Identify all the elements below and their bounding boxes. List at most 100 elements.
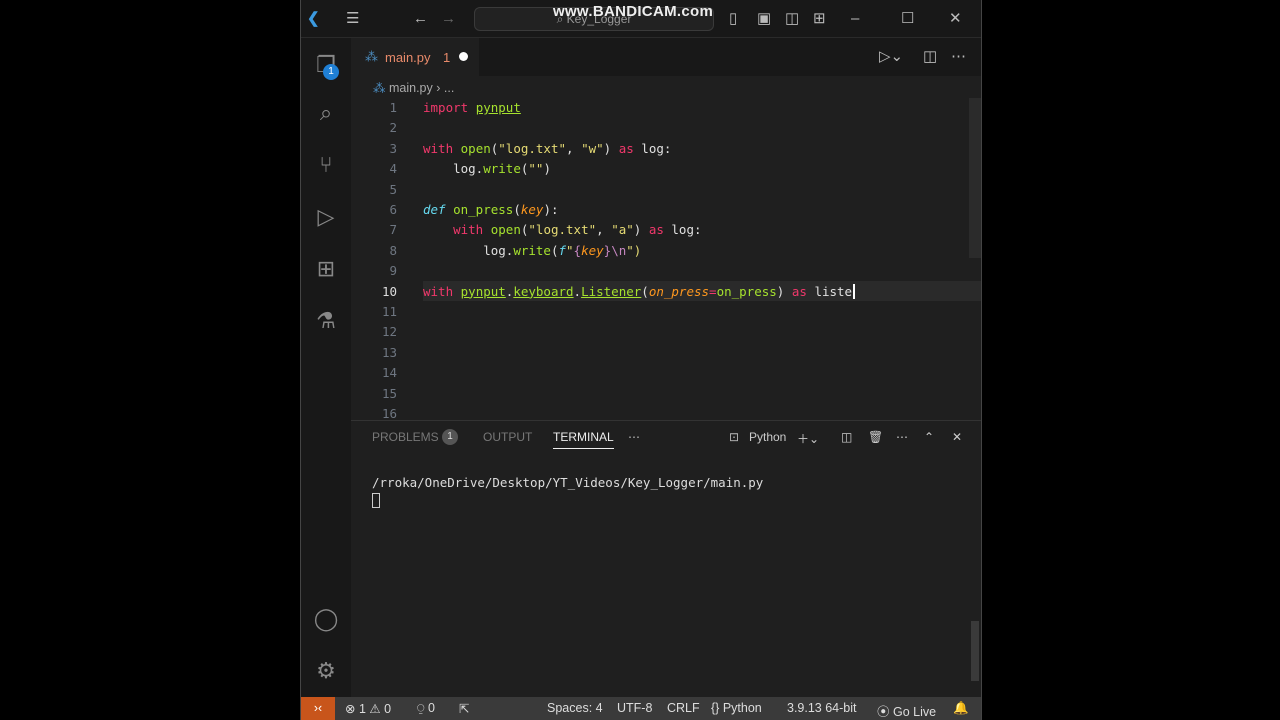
code-editor[interactable]: 1 import pynput 2 3 with open("log.txt", "w"… [351,98,981,418]
vscode-window: ❮ ☰ ← → ⌕ Key_Logger www.BANDICAM.com ▯ … [300,0,982,720]
problems-status[interactable]: ⊗ 1 ⚠ 0 [345,701,391,716]
code-token: ): [543,202,559,217]
tab-main-py[interactable]: ⁂ main.py 1 [351,38,479,76]
customize-layout-icon[interactable]: ⊞ [813,9,826,29]
source-control-icon[interactable]: ⑂ [313,152,339,178]
code-token: with [423,140,461,156]
code-token: on_press [716,283,777,299]
code-token: import [423,100,476,115]
terminal-output[interactable]: /rroka/OneDrive/Desktop/YT_Videos/Key_Lo… [372,475,763,508]
code-line[interactable]: with pynput.keyboard.Listener(on_press=o… [423,283,856,299]
code-token: keyboard [513,283,574,299]
menu-icon[interactable]: ☰ [346,9,359,29]
maximize-icon[interactable]: ☐ [901,9,914,29]
line-number: 1 [389,100,397,115]
code-token: liste [814,283,853,299]
line-number: 16 [381,406,397,418]
line-number: 8 [389,242,397,258]
code-token: on_press [453,202,514,217]
testing-icon[interactable]: ⚗ [313,308,339,334]
code-token: ") [626,242,642,258]
problems-badge: 1 [442,429,458,445]
breadcrumb-file[interactable]: main.py [389,81,433,95]
extensions-icon[interactable]: ⊞ [313,256,339,282]
toggle-secondary-sidebar-icon[interactable]: ◫ [785,9,799,29]
code-token: ) [603,140,619,156]
status-bar: ›‹ ⊗ 1 ⚠ 0 ⍜ 0 ⇱ Spaces: 4 UTF-8 CRLF {}… [301,697,981,720]
indentation-status[interactable]: Spaces: 4 [547,701,603,715]
code-line[interactable]: with open("log.txt", "w") as log: [423,141,671,156]
ports-status[interactable]: ⍜ 0 [417,701,435,716]
broadcast-icon: ⦿ [877,705,893,719]
interpreter-status[interactable]: 3.9.13 64-bit [787,701,857,715]
encoding-status[interactable]: UTF-8 [617,701,652,715]
run-python-icon[interactable]: ▷⌄ [879,47,903,67]
terminal-more-icon[interactable]: ⋯ [896,430,908,444]
code-token: . [573,283,582,299]
forward-arrow-icon[interactable]: → [441,9,456,29]
terminal-icon: ⊡ [729,430,740,444]
tab-terminal[interactable]: TERMINAL [553,430,614,449]
code-line[interactable]: with open("log.txt", "a") as log: [423,222,701,237]
code-token: key [520,202,544,217]
tab-problems[interactable]: PROBLEMS [372,430,439,444]
go-live-button[interactable]: ⦿ Go Live [877,701,936,720]
new-terminal-icon[interactable]: ＋⌄ [797,430,819,447]
live-share-icon[interactable]: ⇱ [459,701,469,716]
line-number: 5 [389,181,397,197]
python-file-icon: ⁂ [365,49,378,64]
close-panel-icon[interactable]: ✕ [952,430,962,444]
close-icon[interactable]: ✕ [949,9,962,29]
code-line[interactable]: log.write(f"{key}\n") [423,243,641,258]
search-icon[interactable]: ⌕ [313,100,339,126]
code-token: def [423,202,454,217]
remote-indicator[interactable]: ›‹ [301,697,335,720]
split-terminal-icon[interactable]: ◫ [841,430,852,444]
maximize-panel-icon[interactable]: ⌃ [924,430,934,444]
code-token: "log.txt" [498,140,567,156]
panel-more-icon[interactable]: ⋯ [628,430,640,444]
unsaved-dot-icon[interactable] [459,52,468,61]
activity-bar: ❐ ⌕ ⑂ ▷ ⊞ ⚗ ◯ ⚙ [301,38,351,697]
code-line[interactable]: import pynput [423,100,521,115]
settings-gear-icon[interactable]: ⚙ [313,658,339,684]
breadcrumb-more[interactable]: ... [444,81,454,95]
line-number: 6 [389,202,397,217]
code-token: "" [528,161,544,177]
eol-status[interactable]: CRLF [667,701,700,715]
tab-problem-count: 1 [443,50,451,65]
line-number: 4 [389,161,397,177]
account-icon[interactable]: ◯ [313,606,339,632]
terminal-scrollbar[interactable] [971,621,979,681]
run-debug-icon[interactable]: ▷ [313,204,339,230]
terminal-shell-name[interactable]: Python [749,430,786,444]
tab-output[interactable]: OUTPUT [483,430,532,444]
code-token: " [566,242,574,258]
line-number: 12 [381,324,397,340]
split-editor-icon[interactable]: ◫ [923,47,937,67]
code-token: write [483,161,521,177]
remote-icon: ›‹ [313,701,323,715]
vscode-logo-icon: ❮ [307,10,320,27]
toggle-sidebar-icon[interactable]: ▯ [729,9,737,29]
code-line[interactable]: log.write("") [423,161,551,176]
code-token: \n [611,242,627,258]
bottom-panel: PROBLEMS 1 OUTPUT TERMINAL ⋯ ⊡ Python ＋⌄… [351,420,981,697]
code-token: write [513,242,551,258]
more-actions-icon[interactable]: ⋯ [951,47,966,67]
language-status[interactable]: {} Python [711,701,762,715]
notifications-bell-icon[interactable]: 🔔 [953,701,969,716]
code-token: = [709,283,717,299]
back-arrow-icon[interactable]: ← [413,9,428,29]
minimize-icon[interactable]: – [851,9,859,29]
python-file-icon: ⁂ [373,81,389,95]
editor-tabs: ⁂ main.py 1 ▷⌄ ◫ ⋯ [351,38,981,76]
kill-terminal-trash-icon[interactable]: 🗑 [868,430,883,444]
terminal-cursor [372,493,380,508]
toggle-panel-icon[interactable]: ▣ [757,9,771,29]
code-line[interactable]: def on_press(key): [423,202,559,217]
code-token: log: [641,140,672,156]
terminal-path-line: /rroka/OneDrive/Desktop/YT_Videos/Key_Lo… [372,475,764,490]
editor-scrollbar[interactable] [969,98,981,258]
